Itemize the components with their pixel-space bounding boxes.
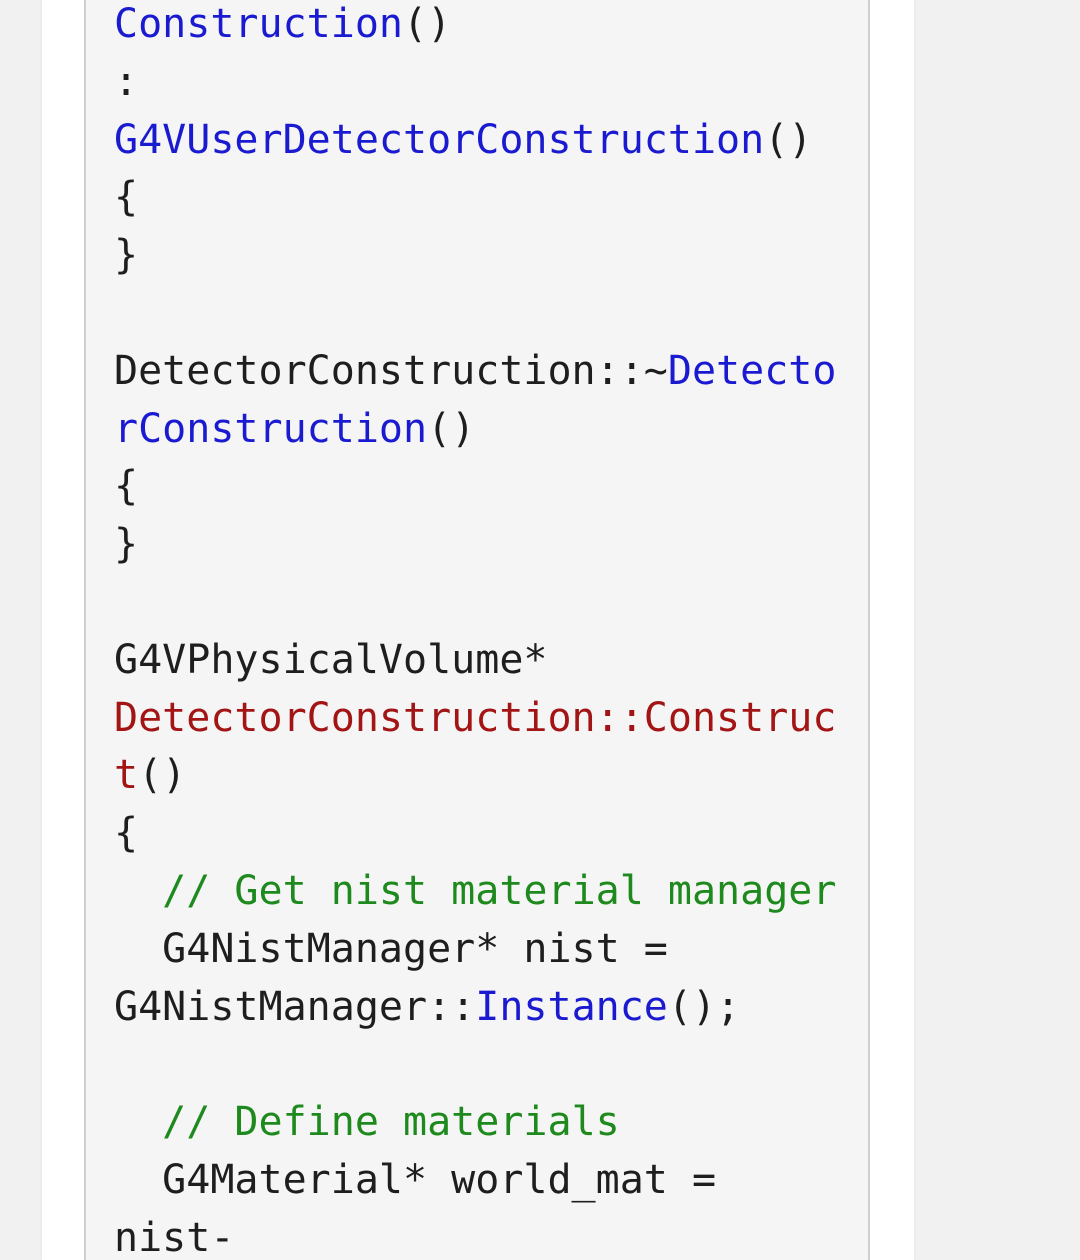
code-token: () [138,752,187,799]
code-token: DetectorConstruction::~ [114,347,668,394]
code-token: } [114,521,139,568]
comment-token: // Define materials [162,1099,620,1146]
code-token: G4NistManager:: [114,983,476,1030]
code-line: { [114,458,836,516]
function-token: rConstruction [114,405,428,452]
code-line: G4Material* world_mat = [114,1152,836,1210]
code-line: G4NistManager::Instance(); [114,979,836,1037]
code-line: } [114,516,836,574]
code-token: { [114,174,139,221]
code-token: () [402,1,452,47]
code-token: G4VPhysicalVolume* [114,636,548,683]
code-line: DetectorConstruction::Construc [114,690,836,748]
code-token: : [114,58,139,105]
code-block[interactable]: Construction(): G4VUserDetectorConstructi… [84,0,870,1260]
definition-token: DetectorConstruction::Construc [114,694,837,741]
function-token: Instance [475,983,668,1030]
code-line: nist- [114,1210,836,1260]
function-token: Detecto [667,347,837,394]
code-line: { [114,805,836,863]
definition-token: t [114,752,139,799]
code-listing: Construction(): G4VUserDetectorConstructi… [114,0,836,1260]
code-line: // Define materials [114,1094,836,1152]
code-line: G4VUserDetectorConstruction() [114,112,836,170]
code-line: : [114,54,836,112]
code-line: G4VPhysicalVolume* [114,632,836,690]
page: Construction(): G4VUserDetectorConstructi… [0,0,1080,1260]
code-line: { [114,169,836,227]
code-token: { [114,463,139,510]
code-token: { [114,810,139,857]
code-line: t() [114,747,836,805]
code-token: G4Material* world_mat = [114,1156,717,1203]
code-line: G4NistManager* nist = [114,921,836,979]
code-token: } [114,232,139,279]
code-line: // Get nist material manager [114,863,836,921]
comment-token: // Get nist material manager [162,867,837,914]
code-line: } [114,227,836,285]
code-token: nist- [114,1214,235,1260]
code-token: () [764,116,813,163]
code-line: Construction() [114,0,836,54]
code-token: (); [667,983,741,1030]
code-line: rConstruction() [114,401,836,459]
function-token: G4VUserDetectorConstruction [114,116,765,163]
code-token: () [427,405,476,452]
code-line: DetectorConstruction::~Detecto [114,343,836,401]
function-token: Construction [114,1,403,47]
code-token: G4NistManager* nist = [114,925,668,972]
